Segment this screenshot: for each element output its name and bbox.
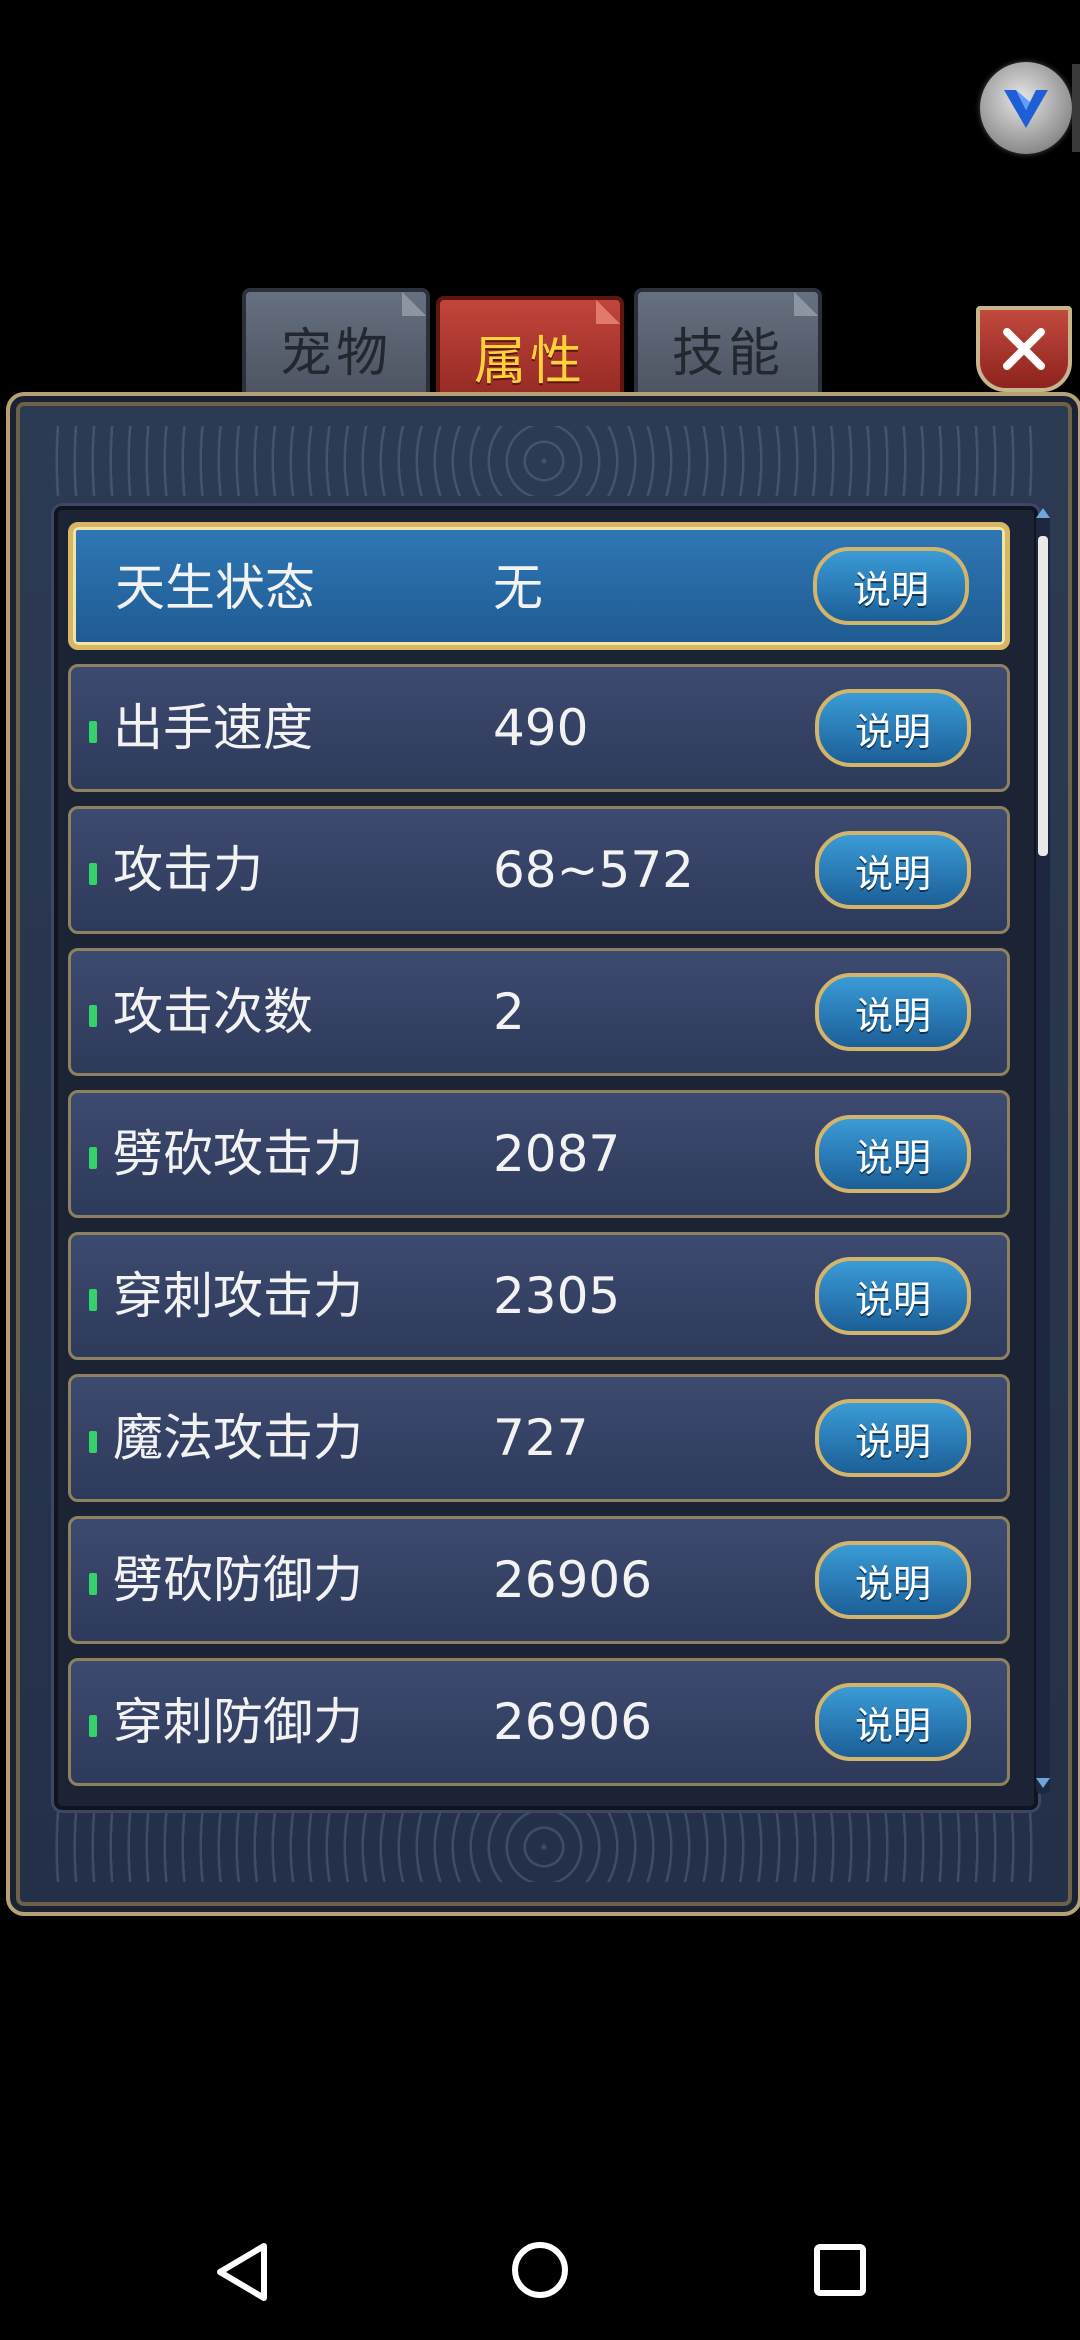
attribute-label: 穿刺防御力 <box>113 1693 363 1751</box>
attribute-label: 魔法攻击力 <box>113 1409 363 1467</box>
assistant-edge <box>1072 64 1080 152</box>
attribute-row-slash-attack[interactable]: 劈砍攻击力 2087 说明 <box>68 1090 1010 1218</box>
attribute-row-speed[interactable]: 出手速度 490 说明 <box>68 664 1010 792</box>
attribute-row-pierce-defense[interactable]: 穿刺防御力 26906 说明 <box>68 1658 1010 1786</box>
assistant-float-button[interactable] <box>980 62 1072 154</box>
close-icon <box>1003 328 1045 370</box>
attribute-row-attack[interactable]: 攻击力 68~572 说明 <box>68 806 1010 934</box>
tab-attributes-label: 属性 <box>473 331 586 392</box>
info-button[interactable]: 说明 <box>815 1399 971 1477</box>
info-button[interactable]: 说明 <box>815 1683 971 1761</box>
tab-skills[interactable]: 技能 <box>634 288 822 408</box>
info-button[interactable]: 说明 <box>815 973 971 1051</box>
row-marker <box>89 1005 97 1027</box>
assistant-v-icon <box>1004 90 1048 128</box>
attribute-value: 2305 <box>493 1267 621 1325</box>
system-navigation-bar <box>0 2170 1080 2340</box>
attribute-label: 出手速度 <box>113 699 313 757</box>
attribute-value: 490 <box>493 699 589 757</box>
row-marker <box>89 1573 97 1595</box>
back-triangle-icon[interactable] <box>214 2242 270 2302</box>
attribute-value: 68~572 <box>493 841 694 899</box>
attribute-row-magic-attack[interactable]: 魔法攻击力 727 说明 <box>68 1374 1010 1502</box>
attribute-value: 727 <box>493 1409 589 1467</box>
recents-square-icon[interactable] <box>812 2242 868 2298</box>
attribute-label: 攻击次数 <box>113 983 313 1041</box>
scrollbar-thumb[interactable] <box>1038 536 1048 856</box>
attribute-label: 天生状态 <box>115 559 315 617</box>
scroll-down-arrow-icon[interactable] <box>1036 1778 1050 1788</box>
attribute-value: 26906 <box>493 1551 653 1609</box>
info-button[interactable]: 说明 <box>815 689 971 767</box>
attribute-label: 攻击力 <box>113 841 263 899</box>
row-marker <box>89 721 97 743</box>
info-button[interactable]: 说明 <box>815 1257 971 1335</box>
attribute-value: 2087 <box>493 1125 621 1183</box>
scroll-up-arrow-icon[interactable] <box>1036 508 1050 518</box>
home-circle-icon[interactable] <box>510 2240 570 2300</box>
close-button[interactable] <box>976 306 1072 392</box>
info-button[interactable]: 说明 <box>813 547 969 625</box>
attribute-row-innate-state[interactable]: 天生状态 无 说明 <box>68 522 1010 650</box>
attribute-value: 无 <box>493 559 543 617</box>
tab-pet[interactable]: 宠物 <box>242 288 430 408</box>
row-marker <box>89 1289 97 1311</box>
info-button[interactable]: 说明 <box>815 1541 971 1619</box>
attribute-row-pierce-attack[interactable]: 穿刺攻击力 2305 说明 <box>68 1232 1010 1360</box>
attribute-value: 26906 <box>493 1693 653 1751</box>
attribute-label: 劈砍防御力 <box>113 1551 363 1609</box>
attribute-label: 劈砍攻击力 <box>113 1125 363 1183</box>
attribute-row-slash-defense[interactable]: 劈砍防御力 26906 说明 <box>68 1516 1010 1644</box>
row-marker <box>89 863 97 885</box>
row-marker <box>89 1431 97 1453</box>
info-button[interactable]: 说明 <box>815 831 971 909</box>
attribute-label: 穿刺攻击力 <box>113 1267 363 1325</box>
info-button[interactable]: 说明 <box>815 1115 971 1193</box>
tab-skills-label: 技能 <box>671 323 784 384</box>
row-marker <box>89 1147 97 1169</box>
attribute-row-attack-count[interactable]: 攻击次数 2 说明 <box>68 948 1010 1076</box>
tab-pet-label: 宠物 <box>279 323 392 384</box>
attribute-value: 2 <box>493 983 525 1041</box>
row-marker <box>89 1715 97 1737</box>
